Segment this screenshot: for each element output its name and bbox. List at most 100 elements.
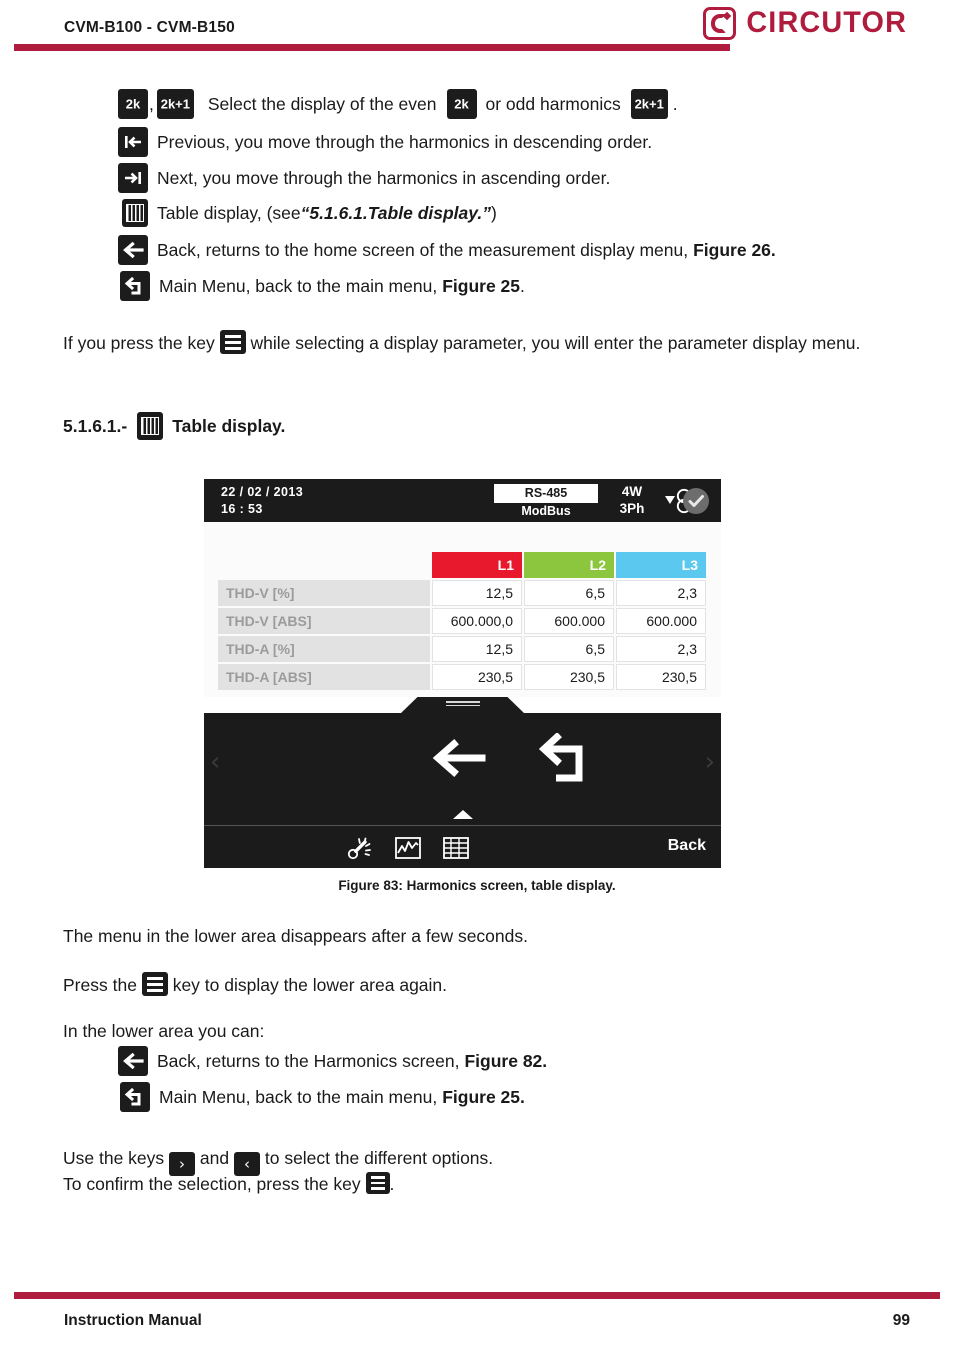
device-comm-protocol: ModBus <box>521 503 571 518</box>
device-comm-port: RS-485 <box>494 484 598 503</box>
table-row[interactable]: THD-A [%] 12,5 6,5 2,3 <box>218 636 706 662</box>
cell-value: 600.000 <box>524 608 614 634</box>
flicker-icon[interactable] <box>346 835 374 861</box>
paragraph-press-key: If you press the key while selecting a d… <box>63 330 865 355</box>
legend-next: Next, you move through the harmonics in … <box>118 163 610 193</box>
press-key-before: If you press the key <box>63 333 215 353</box>
device-datetime: 22 / 02 / 2013 16 : 53 <box>221 484 303 517</box>
table-icon[interactable] <box>442 835 470 861</box>
legend-main-menu-period: . <box>520 275 525 296</box>
paragraph-confirm: To confirm the selection, press the key … <box>63 1172 865 1196</box>
legend-text-a: Select the display of the even <box>207 93 437 114</box>
legend-back-harmonics: Back, returns to the Harmonics screen, F… <box>118 1046 547 1076</box>
legend-back-figure-ref: Figure 26. <box>693 239 776 260</box>
section-title: Table display. <box>172 415 286 436</box>
legend-main-menu-lower-label: Main Menu, back to the main menu, <box>159 1086 438 1107</box>
key-2k-plus-1-icon-inline[interactable]: 2k+1 <box>630 89 668 119</box>
legend-text-c: . <box>672 93 678 114</box>
back-arrow-icon[interactable] <box>430 737 486 779</box>
figure-caption: Figure 83: Harmonics screen, table displ… <box>338 878 616 893</box>
cell-value: 600.000,0 <box>432 608 522 634</box>
key-2k-icon-inline[interactable]: 2k <box>446 89 477 119</box>
menu-next-chevron-icon[interactable]: › <box>705 749 715 775</box>
main-menu-icon[interactable] <box>120 271 150 301</box>
device-status-bar: 22 / 02 / 2013 16 : 53 RS-485 ModBus 4W … <box>204 479 721 522</box>
table-icon[interactable] <box>122 199 148 227</box>
cell-value: 230,5 <box>616 664 706 690</box>
back-arrow-icon[interactable] <box>118 1046 148 1076</box>
table-header-row: L1 L2 L3 <box>218 552 706 578</box>
legend-main-menu: Main Menu, back to the main menu, Figure… <box>120 271 525 301</box>
menu-panel: ‹ › Back <box>204 713 721 868</box>
legend-text-b: or odd harmonics <box>485 93 621 114</box>
grip-lines-icon <box>445 701 480 709</box>
menu-prev-chevron-icon[interactable]: ‹ <box>210 749 220 775</box>
legend-back-label: Back, returns to the home screen of the … <box>157 239 689 260</box>
device-thd-table-area: L1 L2 L3 THD-V [%] 12,5 6,5 2,3 THD-V [A… <box>204 522 721 697</box>
legend-table-reference: “5.1.6.1.Table display.” <box>300 202 491 223</box>
cell-value: 6,5 <box>524 580 614 606</box>
section-heading: 5.1.6.1.- Table display. <box>63 412 285 440</box>
footer-manual-label: Instruction Manual <box>64 1312 202 1329</box>
use-keys-after: to select the different options. <box>264 1148 494 1168</box>
footer-divider <box>14 1292 940 1299</box>
table-row[interactable]: THD-A [ABS] 230,5 230,5 230,5 <box>218 664 706 690</box>
next-icon[interactable] <box>118 163 148 193</box>
graph-icon[interactable] <box>394 835 422 861</box>
cell-value: 230,5 <box>432 664 522 690</box>
confirm-after: . <box>389 1174 395 1194</box>
column-header-l3: L3 <box>616 552 706 578</box>
device-screen-figure: 22 / 02 / 2013 16 : 53 RS-485 ModBus 4W … <box>204 479 721 868</box>
menu-toolbar: Back <box>204 826 721 868</box>
paragraph-lower-area: In the lower area you can: <box>63 1021 265 1041</box>
press-key-after: while selecting a display parameter, you… <box>250 333 861 353</box>
section-number: 5.1.6.1.- <box>63 415 128 436</box>
previous-icon[interactable] <box>118 127 148 157</box>
circutor-logo: CIRCUTOR <box>702 6 910 40</box>
confirm-before: To confirm the selection, press the key <box>63 1174 361 1194</box>
menu-key-icon[interactable] <box>141 972 168 996</box>
press-again-before: Press the <box>63 975 137 995</box>
row-label: THD-A [%] <box>218 636 430 662</box>
cell-value: 600.000 <box>616 608 706 634</box>
device-time: 16 : 53 <box>221 501 263 516</box>
key-2k-icon[interactable]: 2k <box>118 89 148 119</box>
table-row[interactable]: THD-V [%] 12,5 6,5 2,3 <box>218 580 706 606</box>
legend-table-label: Table display, (see <box>157 202 301 223</box>
device-date: 22 / 02 / 2013 <box>221 485 304 499</box>
paragraph-menu-disappears: The menu in the lower area disappears af… <box>63 926 528 946</box>
menu-key-icon[interactable] <box>219 330 246 354</box>
header-divider <box>14 44 730 51</box>
use-keys-middle: and <box>199 1148 230 1168</box>
caret-up-icon[interactable] <box>452 810 473 819</box>
legend-previous-label: Previous, you move through the harmonics… <box>157 131 653 152</box>
cell-value: 230,5 <box>524 664 614 690</box>
device-lower-menu: ‹ › Back <box>204 697 721 868</box>
main-menu-return-icon[interactable] <box>538 732 591 783</box>
legend-back-harmonics-label: Back, returns to the Harmonics screen, <box>157 1050 460 1071</box>
legend-main-menu-lower: Main Menu, back to the main menu, Figure… <box>120 1082 525 1112</box>
key-2k-plus-1-icon[interactable]: 2k+1 <box>156 89 194 119</box>
thd-table: L1 L2 L3 THD-V [%] 12,5 6,5 2,3 THD-V [A… <box>216 550 708 692</box>
device-wiring: 4W 3Ph <box>604 484 660 517</box>
legend-table-display: Table display, (see “5.1.6.1.Table displ… <box>122 199 497 227</box>
footer-page-number: 99 <box>892 1312 910 1329</box>
menu-drag-handle[interactable] <box>400 697 525 714</box>
press-again-after: key to display the lower area again. <box>172 975 448 995</box>
main-menu-icon[interactable] <box>120 1082 150 1112</box>
menu-back-label[interactable]: Back <box>668 837 706 855</box>
menu-key-icon[interactable] <box>365 1172 390 1194</box>
legend-table-paren: ) <box>490 202 497 223</box>
table-corner-cell <box>218 552 430 578</box>
table-row[interactable]: THD-V [ABS] 600.000,0 600.000 600.000 <box>218 608 706 634</box>
legend-even-odd-harmonics: 2k , 2k+1 Select the display of the even… <box>118 89 678 119</box>
legend-back-harmonics-figure-ref: Figure 82. <box>464 1050 548 1071</box>
legend-main-menu-label: Main Menu, back to the main menu, <box>159 275 438 296</box>
back-arrow-icon[interactable] <box>118 235 148 265</box>
table-icon-heading <box>137 412 164 440</box>
use-keys-before: Use the keys <box>63 1148 165 1168</box>
cell-value: 12,5 <box>432 580 522 606</box>
column-header-l1: L1 <box>432 552 522 578</box>
row-label: THD-A [ABS] <box>218 664 430 690</box>
cell-value: 12,5 <box>432 636 522 662</box>
